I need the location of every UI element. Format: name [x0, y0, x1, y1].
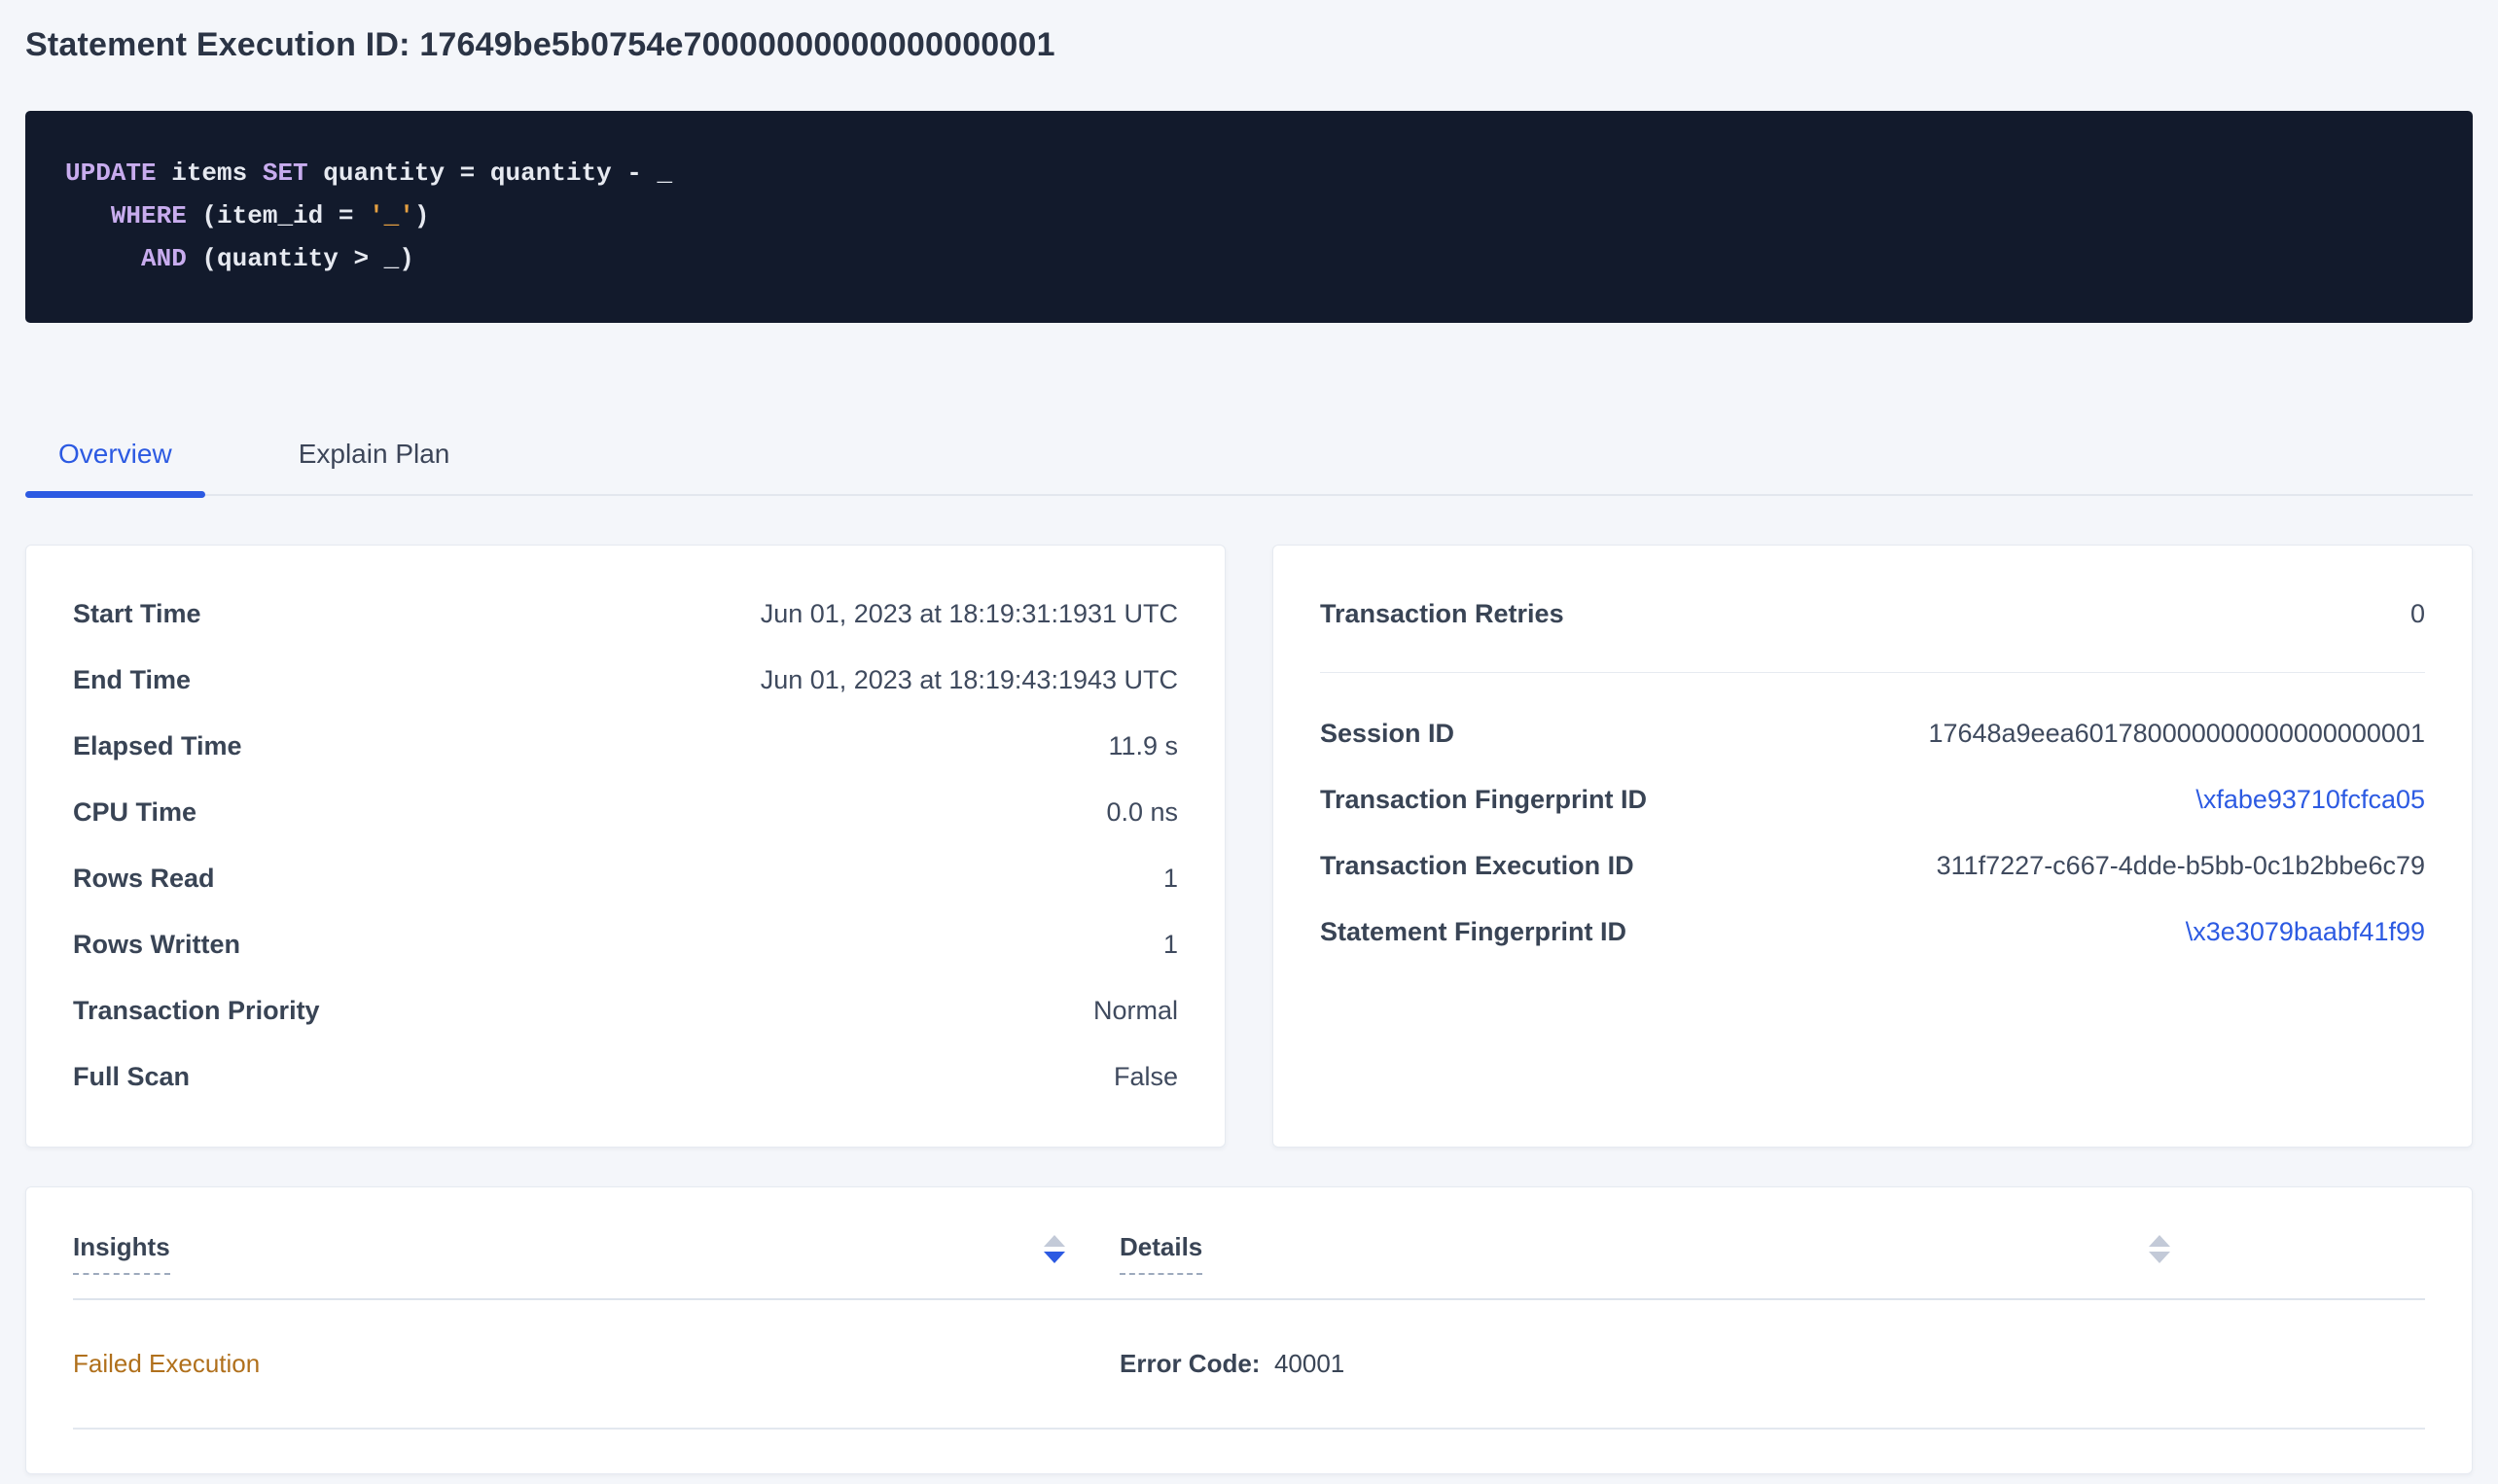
- stat-value: 0.0 ns: [1106, 797, 1178, 828]
- stat-label: Full Scan: [73, 1062, 190, 1092]
- stat-label: Statement Fingerprint ID: [1320, 917, 1626, 947]
- stat-label: Elapsed Time: [73, 731, 242, 761]
- sql-keyword: SET: [263, 159, 308, 188]
- stat-value: 1: [1163, 864, 1178, 894]
- stat-label: Transaction Fingerprint ID: [1320, 785, 1647, 815]
- error-code-value: [1267, 1349, 1274, 1378]
- stat-row-full-scan: Full Scan False: [73, 1043, 1178, 1110]
- details-cell: Error Code: 40001: [1120, 1349, 2170, 1379]
- sql-text: ): [414, 201, 430, 230]
- error-code-value-text: 40001: [1274, 1349, 1344, 1378]
- stat-value: Jun 01, 2023 at 18:19:43:1943 UTC: [761, 665, 1178, 695]
- insights-table-header: Insights Details: [73, 1187, 2425, 1300]
- stat-row-end-time: End Time Jun 01, 2023 at 18:19:43:1943 U…: [73, 647, 1178, 713]
- sql-string-literal: '_': [369, 201, 414, 230]
- stat-row-rows-written: Rows Written 1: [73, 911, 1178, 977]
- insights-sort-icon[interactable]: [1044, 1235, 1065, 1263]
- stat-row-transaction-priority: Transaction Priority Normal: [73, 977, 1178, 1043]
- stat-value: 311f7227-c667-4dde-b5bb-0c1b2bbe6c79: [1937, 851, 2425, 881]
- transaction-ids-card: Transaction Retries 0 Session ID 17648a9…: [1272, 545, 2473, 1148]
- sql-keyword: UPDATE: [65, 159, 157, 188]
- insights-table-card: Insights Details Failed Execution Error …: [25, 1186, 2473, 1474]
- stat-row-transaction-fingerprint-id: Transaction Fingerprint ID \xfabe93710fc…: [1320, 766, 2425, 832]
- statement-fingerprint-link[interactable]: \x3e3079baabf41f99: [2186, 917, 2425, 947]
- stat-label: Rows Written: [73, 930, 240, 960]
- sort-down-triangle: [2149, 1252, 2170, 1263]
- statement-execution-page: Statement Execution ID: 17649be5b0754e70…: [0, 0, 2498, 1474]
- tab-bar: Overview Explain Plan: [25, 438, 2473, 496]
- sql-text: (quantity > _): [187, 244, 414, 273]
- overview-cards: Start Time Jun 01, 2023 at 18:19:31:1931…: [25, 545, 2473, 1148]
- sort-up-triangle: [2149, 1235, 2170, 1247]
- sql-line-3: AND (quantity > _): [65, 237, 2434, 280]
- stat-row-transaction-retries: Transaction Retries 0: [1320, 581, 2425, 647]
- stat-row-cpu-time: CPU Time 0.0 ns: [73, 779, 1178, 845]
- sort-down-triangle: [1044, 1252, 1065, 1263]
- id-rows: Session ID 17648a9eea6017800000000000000…: [1320, 700, 2425, 965]
- stat-value: Jun 01, 2023 at 18:19:31:1931 UTC: [761, 599, 1178, 629]
- sql-indent: [65, 244, 141, 273]
- stat-label: Session ID: [1320, 719, 1454, 749]
- stat-label: Transaction Priority: [73, 996, 320, 1026]
- page-title: Statement Execution ID: 17649be5b0754e70…: [25, 0, 2473, 64]
- insights-header-label[interactable]: Insights: [73, 1232, 170, 1275]
- sql-text: items: [157, 159, 263, 188]
- insights-column-header: Insights: [73, 1232, 1065, 1275]
- stat-label: CPU Time: [73, 797, 196, 828]
- stat-value: 0: [2410, 599, 2425, 629]
- tab-overview[interactable]: Overview: [25, 438, 205, 494]
- error-code-label: Error Code:: [1120, 1349, 1260, 1378]
- stat-row-elapsed-time: Elapsed Time 11.9 s: [73, 713, 1178, 779]
- stat-label: Rows Read: [73, 864, 215, 894]
- stat-label: Transaction Retries: [1320, 599, 1564, 629]
- stat-row-statement-fingerprint-id: Statement Fingerprint ID \x3e3079baabf41…: [1320, 899, 2425, 965]
- stat-row-session-id: Session ID 17648a9eea6017800000000000000…: [1320, 700, 2425, 766]
- stat-row-start-time: Start Time Jun 01, 2023 at 18:19:31:1931…: [73, 581, 1178, 647]
- sql-line-2: WHERE (item_id = '_'): [65, 194, 2434, 237]
- tab-explain-plan[interactable]: Explain Plan: [266, 438, 483, 494]
- sql-keyword: WHERE: [111, 201, 187, 230]
- stat-value: 1: [1163, 930, 1178, 960]
- insight-cell: Failed Execution: [73, 1349, 1065, 1379]
- sort-up-triangle: [1044, 1235, 1065, 1247]
- sql-keyword: AND: [141, 244, 187, 273]
- stat-label: End Time: [73, 665, 191, 695]
- sql-statement-box: UPDATE items SET quantity = quantity - _…: [25, 111, 2473, 323]
- statement-stats-card: Start Time Jun 01, 2023 at 18:19:31:1931…: [25, 545, 1226, 1148]
- details-sort-icon[interactable]: [2149, 1235, 2170, 1263]
- stat-value: Normal: [1093, 996, 1178, 1026]
- stat-label: Transaction Execution ID: [1320, 851, 1634, 881]
- card-divider: [1320, 672, 2425, 673]
- sql-line-1: UPDATE items SET quantity = quantity - _: [65, 152, 2434, 194]
- transaction-fingerprint-link[interactable]: \xfabe93710fcfca05: [2195, 785, 2425, 815]
- stat-value: False: [1114, 1062, 1178, 1092]
- details-header-label[interactable]: Details: [1120, 1232, 1202, 1275]
- stat-value: 17648a9eea601780000000000000000001: [1928, 719, 2425, 749]
- stat-label: Start Time: [73, 599, 201, 629]
- insight-table-row: Failed Execution Error Code: 40001: [73, 1300, 2425, 1430]
- sql-indent: [65, 201, 111, 230]
- stat-value: 11.9 s: [1108, 731, 1178, 761]
- stat-row-transaction-execution-id: Transaction Execution ID 311f7227-c667-4…: [1320, 832, 2425, 899]
- sql-text: quantity = quantity - _: [308, 159, 672, 188]
- stat-row-rows-read: Rows Read 1: [73, 845, 1178, 911]
- details-column-header: Details: [1120, 1232, 2170, 1275]
- sql-text: (item_id =: [187, 201, 369, 230]
